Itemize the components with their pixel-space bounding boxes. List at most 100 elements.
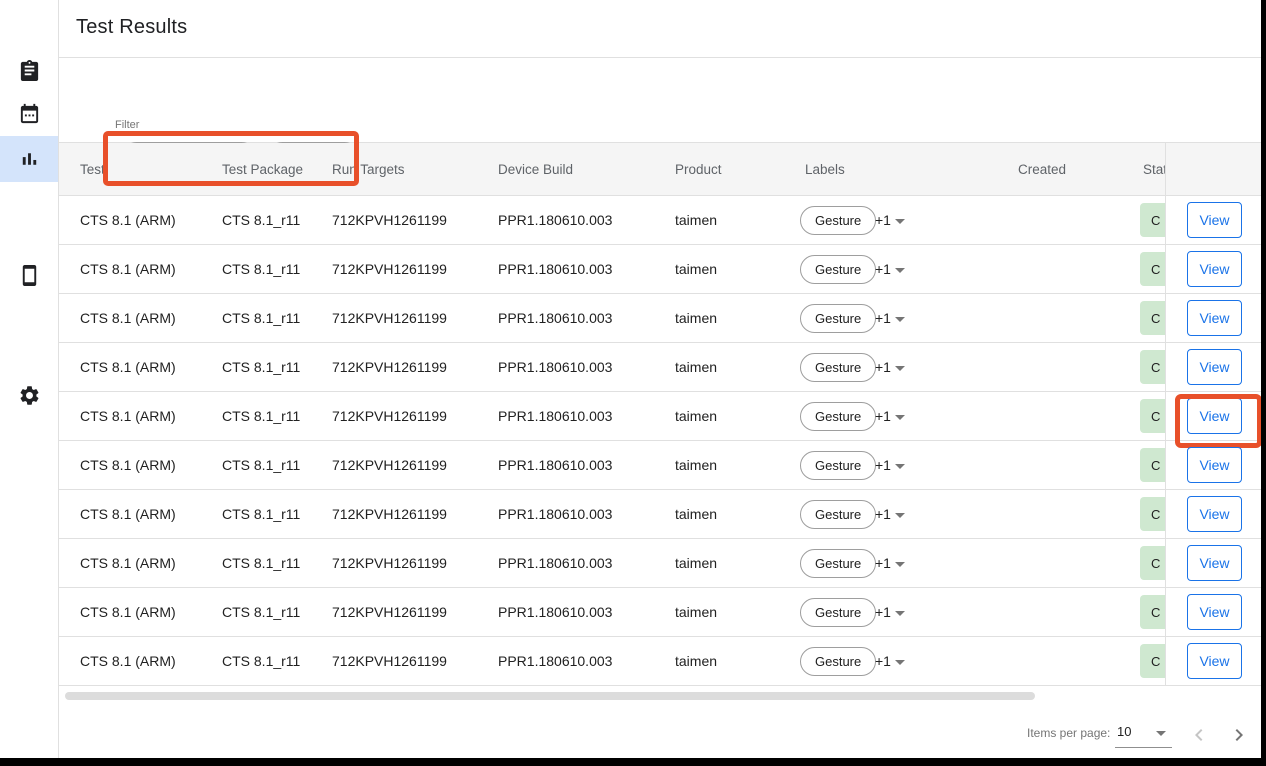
cell-product: taimen: [675, 294, 717, 342]
label-chip: Gesture: [800, 451, 876, 480]
label-chip: Gesture: [800, 598, 876, 627]
cell-test-package: CTS 8.1_r11: [222, 245, 300, 293]
column-header: Run Targets: [332, 143, 405, 195]
cell-test-package: CTS 8.1_r11: [222, 490, 300, 538]
app-window: Test Results Filter CTS 8.1 (ARM) Gestur…: [0, 0, 1261, 758]
chevron-left-icon: [1187, 723, 1211, 747]
cell-test-package: CTS 8.1_r11: [222, 294, 300, 342]
view-button[interactable]: View: [1187, 202, 1242, 238]
more-labels-dropdown[interactable]: +1: [875, 539, 905, 587]
filter-toolbar: Filter CTS 8.1 (ARM) Gesture: [59, 58, 1261, 143]
action-cell: View: [1166, 637, 1261, 686]
view-button[interactable]: View: [1187, 496, 1242, 532]
sidebar-item-schedules[interactable]: [0, 90, 58, 136]
view-button[interactable]: View: [1187, 251, 1242, 287]
column-header: Product: [675, 143, 722, 195]
table-row: CTS 8.1 (ARM) CTS 8.1_r11 712KPVH1261199…: [59, 539, 1165, 588]
cell-test: CTS 8.1 (ARM): [80, 441, 176, 489]
page-title: Test Results: [76, 16, 187, 39]
action-cell: View: [1166, 392, 1261, 441]
cell-device-build: PPR1.180610.003: [498, 490, 612, 538]
table-scroll-area: Test Test Package Run Targets Device Bui…: [59, 143, 1165, 686]
pinned-column-header: [1166, 143, 1261, 196]
view-button[interactable]: View: [1187, 398, 1242, 434]
view-button[interactable]: View: [1187, 594, 1242, 630]
view-button[interactable]: View: [1187, 545, 1242, 581]
chevron-down-icon: [895, 268, 905, 273]
cell-product: taimen: [675, 490, 717, 538]
more-labels-dropdown[interactable]: +1: [875, 588, 905, 636]
more-labels-dropdown[interactable]: +1: [875, 637, 905, 685]
cell-test: CTS 8.1 (ARM): [80, 637, 176, 685]
pinned-action-column: View View View View View: [1165, 143, 1261, 686]
chevron-down-icon: [895, 513, 905, 518]
status-chip: C: [1140, 644, 1165, 678]
cell-test: CTS 8.1 (ARM): [80, 196, 176, 244]
more-labels-dropdown[interactable]: +1: [875, 441, 905, 489]
view-button[interactable]: View: [1187, 349, 1242, 385]
cell-device-build: PPR1.180610.003: [498, 196, 612, 244]
sidebar-item-test-plans[interactable]: [0, 47, 58, 93]
sidebar: [0, 0, 59, 758]
chevron-down-icon: [1156, 731, 1166, 736]
more-labels-count: +1: [875, 653, 891, 669]
cell-device-build: PPR1.180610.003: [498, 588, 612, 636]
horizontal-scrollbar[interactable]: [65, 692, 1035, 700]
view-button[interactable]: View: [1187, 300, 1242, 336]
main-content: Test Results Filter CTS 8.1 (ARM) Gestur…: [59, 0, 1261, 758]
table-row: CTS 8.1 (ARM) CTS 8.1_r11 712KPVH1261199…: [59, 392, 1165, 441]
chevron-right-icon: [1227, 723, 1251, 747]
table-body: CTS 8.1 (ARM) CTS 8.1_r11 712KPVH1261199…: [59, 196, 1165, 686]
label-chip: Gesture: [800, 647, 876, 676]
table-header-row: Test Test Package Run Targets Device Bui…: [59, 143, 1165, 196]
cell-test-package: CTS 8.1_r11: [222, 539, 300, 587]
column-header: Labels: [805, 143, 845, 195]
label-chip: Gesture: [800, 353, 876, 382]
cell-test-package: CTS 8.1_r11: [222, 637, 300, 685]
chevron-down-icon: [895, 562, 905, 567]
action-cell: View: [1166, 539, 1261, 588]
cell-test: CTS 8.1 (ARM): [80, 392, 176, 440]
label-chip: Gesture: [800, 549, 876, 578]
cell-run-targets: 712KPVH1261199: [332, 441, 447, 489]
column-header: Test: [80, 143, 105, 195]
cell-device-build: PPR1.180610.003: [498, 637, 612, 685]
action-cell: View: [1166, 588, 1261, 637]
column-header: Created: [1018, 143, 1066, 195]
items-per-page-label: Items per page:: [1027, 726, 1110, 740]
cell-product: taimen: [675, 637, 717, 685]
next-page-button[interactable]: [1227, 723, 1251, 747]
sidebar-item-settings[interactable]: [0, 372, 58, 418]
label-chip: Gesture: [800, 500, 876, 529]
more-labels-dropdown[interactable]: +1: [875, 245, 905, 293]
more-labels-dropdown[interactable]: +1: [875, 392, 905, 440]
sidebar-item-test-results[interactable]: [0, 136, 58, 182]
more-labels-dropdown[interactable]: +1: [875, 343, 905, 391]
status-chip: C: [1140, 203, 1165, 237]
cell-test: CTS 8.1 (ARM): [80, 539, 176, 587]
cell-product: taimen: [675, 245, 717, 293]
more-labels-count: +1: [875, 555, 891, 571]
previous-page-button[interactable]: [1187, 723, 1211, 747]
more-labels-dropdown[interactable]: +1: [875, 294, 905, 342]
more-labels-count: +1: [875, 457, 891, 473]
view-button[interactable]: View: [1187, 643, 1242, 679]
cell-run-targets: 712KPVH1261199: [332, 245, 447, 293]
cell-test-package: CTS 8.1_r11: [222, 588, 300, 636]
cell-test: CTS 8.1 (ARM): [80, 490, 176, 538]
cell-test: CTS 8.1 (ARM): [80, 588, 176, 636]
table-row: CTS 8.1 (ARM) CTS 8.1_r11 712KPVH1261199…: [59, 441, 1165, 490]
cell-test-package: CTS 8.1_r11: [222, 196, 300, 244]
table-row: CTS 8.1 (ARM) CTS 8.1_r11 712KPVH1261199…: [59, 294, 1165, 343]
chevron-down-icon: [895, 660, 905, 665]
sidebar-item-devices[interactable]: [0, 252, 58, 298]
items-per-page-select[interactable]: 10: [1115, 720, 1173, 748]
cell-test: CTS 8.1 (ARM): [80, 245, 176, 293]
cell-test: CTS 8.1 (ARM): [80, 294, 176, 342]
cell-run-targets: 712KPVH1261199: [332, 343, 447, 391]
cell-product: taimen: [675, 392, 717, 440]
more-labels-dropdown[interactable]: +1: [875, 490, 905, 538]
view-button[interactable]: View: [1187, 447, 1242, 483]
table-row: CTS 8.1 (ARM) CTS 8.1_r11 712KPVH1261199…: [59, 490, 1165, 539]
more-labels-dropdown[interactable]: +1: [875, 196, 905, 244]
